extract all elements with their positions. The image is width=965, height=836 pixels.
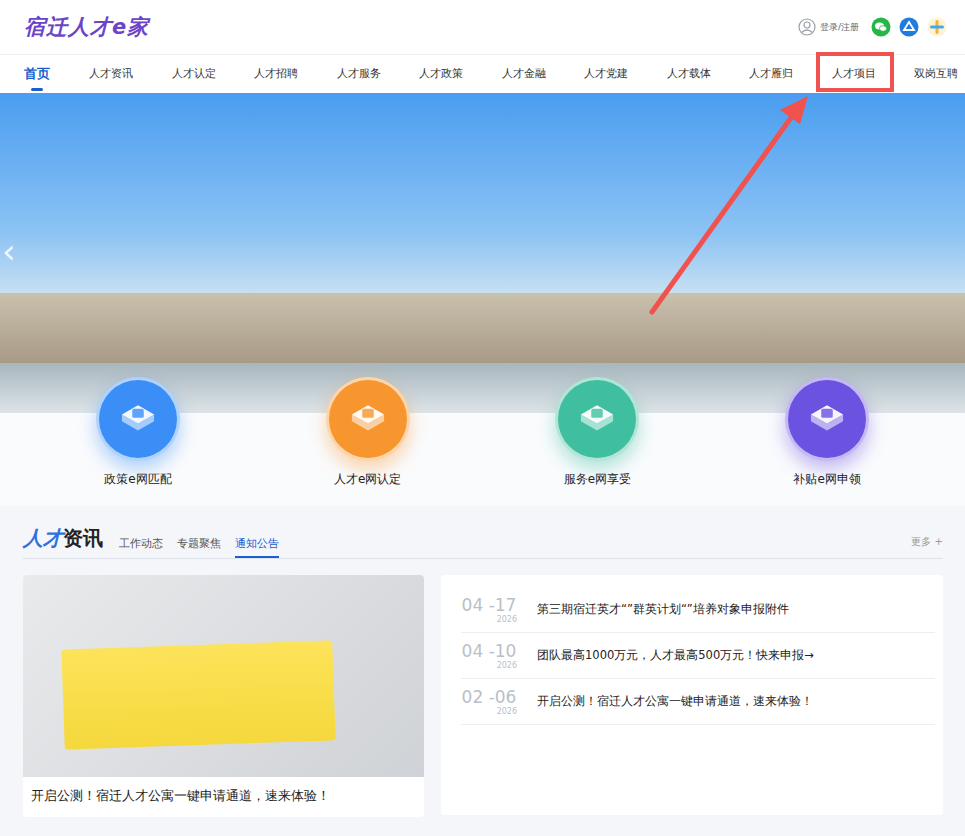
- main-nav: 首页人才资讯人才认定人才招聘人才服务人才政策人才金融人才党建人才载体人才雁归人才…: [0, 55, 965, 93]
- feature-label: 政策e网匹配: [104, 471, 171, 488]
- header: 宿迁人才e家 登录/注册: [0, 0, 965, 55]
- header-actions: 登录/注册: [798, 17, 947, 37]
- featured-image: [23, 575, 424, 777]
- feature-icon[interactable]: [785, 377, 869, 461]
- nav-item[interactable]: 人才载体: [665, 55, 713, 93]
- feature-label: 服务e网享受: [564, 471, 631, 488]
- news-row[interactable]: 04 -10 2026 团队最高1000万元，人才最高500万元！快来申报→: [461, 633, 935, 679]
- featured-caption: 开启公测！宿迁人才公寓一键申请通道，速来体验！: [23, 777, 424, 817]
- news-date: 02 -06 2026: [461, 687, 517, 717]
- nav-item[interactable]: 人才雁归: [747, 55, 795, 93]
- news-title: 人才资讯: [23, 525, 103, 558]
- news-row[interactable]: 02 -06 2026 开启公测！宿迁人才公寓一键申请通道，速来体验！: [461, 679, 935, 725]
- nav-item[interactable]: 人才资讯: [87, 55, 135, 93]
- logo[interactable]: 宿迁人才e家: [24, 13, 149, 41]
- news-title-link: 团队最高1000万元，人才最高500万元！快来申报→: [537, 648, 814, 663]
- news-list: 04 -17 2026 第三期宿迁英才“”群英计划“”培养对象申报附件04 -1…: [441, 575, 943, 815]
- news-date: 04 -10 2026: [461, 641, 517, 671]
- news-section: 人才资讯 工作动态专题聚焦通知公告 更多 + 开启公测！宿迁人才公寓一键申请通道…: [0, 506, 965, 817]
- nav-item[interactable]: 人才金融: [500, 55, 548, 93]
- feature-label: 补贴e网申领: [793, 471, 860, 488]
- wechat-icon[interactable]: [871, 17, 891, 37]
- user-icon[interactable]: [798, 18, 816, 36]
- banner-prev-button[interactable]: ‹: [2, 231, 16, 271]
- news-title-link: 开启公测！宿迁人才公寓一键申请通道，速来体验！: [537, 694, 813, 709]
- news-date: 04 -17 2026: [461, 595, 517, 625]
- feature-icon[interactable]: [96, 377, 180, 461]
- feature-item[interactable]: 政策e网匹配: [23, 377, 253, 488]
- nav-item[interactable]: 人才政策: [417, 55, 465, 93]
- feature-row: 政策e网匹配 人才e网认定 服务e网享受 补贴e网申领: [0, 377, 965, 506]
- page: 宿迁人才e家 登录/注册 首页人才资讯人才认定人才招聘人才服务人才政策人才金融人…: [0, 0, 965, 836]
- news-tab[interactable]: 工作动态: [119, 536, 163, 558]
- login-link[interactable]: 登录/注册: [820, 21, 859, 34]
- news-header: 人才资讯 工作动态专题聚焦通知公告 更多 +: [23, 518, 943, 559]
- featured-card[interactable]: 开启公测！宿迁人才公寓一键申请通道，速来体验！: [23, 575, 424, 817]
- nav-item[interactable]: 人才项目: [830, 55, 878, 93]
- nav-item[interactable]: 双岗互聘: [912, 55, 960, 93]
- feature-icon[interactable]: [555, 377, 639, 461]
- feature-icon[interactable]: [326, 377, 410, 461]
- news-body: 开启公测！宿迁人才公寓一键申请通道，速来体验！ 04 -17 2026 第三期宿…: [23, 575, 943, 817]
- nav-item[interactable]: 首页: [23, 55, 51, 93]
- feature-label: 人才e网认定: [334, 471, 401, 488]
- miniprogram-icon[interactable]: [927, 17, 947, 37]
- news-tabs: 工作动态专题聚焦通知公告: [119, 536, 279, 558]
- app-icon[interactable]: [899, 17, 919, 37]
- nav-item[interactable]: 人才服务: [335, 55, 383, 93]
- news-title-link: 第三期宿迁英才“”群英计划“”培养对象申报附件: [537, 602, 789, 617]
- annotation-arrow: [0, 0, 965, 836]
- more-link[interactable]: 更多 +: [911, 535, 943, 558]
- nav-item[interactable]: 人才招聘: [252, 55, 300, 93]
- nav-item[interactable]: 人才党建: [582, 55, 630, 93]
- nav-item[interactable]: 人才认定: [170, 55, 218, 93]
- feature-item[interactable]: 人才e网认定: [253, 377, 483, 488]
- news-tab[interactable]: 通知公告: [235, 536, 279, 558]
- banner: ‹: [0, 93, 965, 413]
- feature-item[interactable]: 服务e网享受: [483, 377, 713, 488]
- feature-item[interactable]: 补贴e网申领: [712, 377, 942, 488]
- banner-photo: [0, 93, 965, 413]
- news-row[interactable]: 04 -17 2026 第三期宿迁英才“”群英计划“”培养对象申报附件: [461, 587, 935, 633]
- news-tab[interactable]: 专题聚焦: [177, 536, 221, 558]
